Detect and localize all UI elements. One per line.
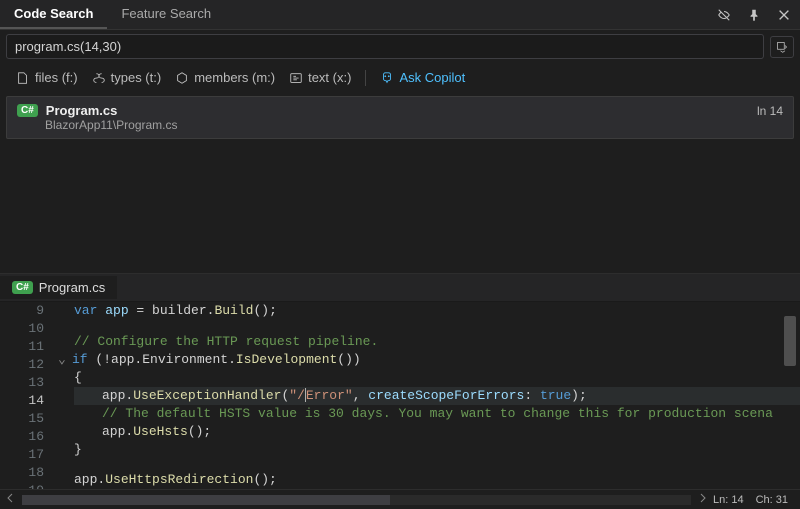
search-options-dropdown[interactable] <box>770 36 794 58</box>
ask-copilot-label: Ask Copilot <box>399 70 465 85</box>
editor-tab-filename: Program.cs <box>39 280 105 295</box>
line-number: 19 <box>0 482 44 489</box>
result-item[interactable]: C# Program.cs ln 14 BlazorApp11\Program.… <box>6 96 794 139</box>
filter-members[interactable]: members (m:) <box>171 67 279 88</box>
status-line[interactable]: Ln: 14 <box>707 494 750 506</box>
result-line: ln 14 <box>757 104 783 118</box>
line-number: 10 <box>0 320 44 338</box>
result-path: BlazorApp11\Program.cs <box>45 118 783 132</box>
line-number: 15 <box>0 410 44 428</box>
line-number: 11 <box>0 338 44 356</box>
titlebar: Code Search Feature Search <box>0 0 800 30</box>
filter-separator <box>365 70 366 86</box>
window-controls <box>714 5 800 25</box>
filter-text-label: text (x:) <box>308 70 351 85</box>
vertical-scrollbar[interactable] <box>784 316 796 366</box>
fold-chevron-icon[interactable]: ⌄ <box>58 351 72 369</box>
filter-types[interactable]: types (t:) <box>88 67 166 88</box>
line-gutter: 9 10 11 12 13 14 15 16 17 18 19 <box>0 302 52 489</box>
line-number: 17 <box>0 446 44 464</box>
filter-files[interactable]: files (f:) <box>12 67 82 88</box>
filter-members-label: members (m:) <box>194 70 275 85</box>
top-tabs: Code Search Feature Search <box>0 0 225 29</box>
filter-files-label: files (f:) <box>35 70 78 85</box>
line-number: 9 <box>0 302 44 320</box>
scroll-left-icon[interactable] <box>6 493 16 506</box>
line-number: 16 <box>0 428 44 446</box>
tab-code-search[interactable]: Code Search <box>0 0 107 29</box>
line-number: 12 <box>0 356 44 374</box>
scroll-right-icon[interactable] <box>697 493 707 506</box>
close-icon[interactable] <box>774 5 794 25</box>
line-number: 14 <box>0 392 44 410</box>
pin-icon[interactable] <box>744 5 764 25</box>
tab-feature-search[interactable]: Feature Search <box>107 0 225 29</box>
filter-bar: files (f:) types (t:) members (m:) text … <box>0 63 800 96</box>
editor-tabbar: C# Program.cs <box>0 274 800 302</box>
line-number: 13 <box>0 374 44 392</box>
filter-text[interactable]: text (x:) <box>285 67 355 88</box>
editor-tab[interactable]: C# Program.cs <box>0 276 117 299</box>
result-lang-badge: C# <box>17 104 38 117</box>
ask-copilot[interactable]: Ask Copilot <box>376 67 469 88</box>
status-column[interactable]: Ch: 31 <box>750 494 794 506</box>
results-list: C# Program.cs ln 14 BlazorApp11\Program.… <box>0 96 800 139</box>
result-filename: Program.cs <box>46 103 118 118</box>
line-number: 18 <box>0 464 44 482</box>
horizontal-scrollbar[interactable] <box>22 495 691 505</box>
editor-lang-badge: C# <box>12 281 33 294</box>
search-row <box>0 30 800 63</box>
editor-area: C# Program.cs 9 10 11 12 13 14 15 16 17 … <box>0 273 800 489</box>
code-editor[interactable]: 9 10 11 12 13 14 15 16 17 18 19 var app … <box>0 302 800 489</box>
status-bar: Ln: 14 Ch: 31 <box>0 489 800 509</box>
eye-off-icon[interactable] <box>714 5 734 25</box>
filter-types-label: types (t:) <box>111 70 162 85</box>
code-content: var app = builder.Build(); // Configure … <box>52 302 800 489</box>
search-input[interactable] <box>6 34 764 59</box>
